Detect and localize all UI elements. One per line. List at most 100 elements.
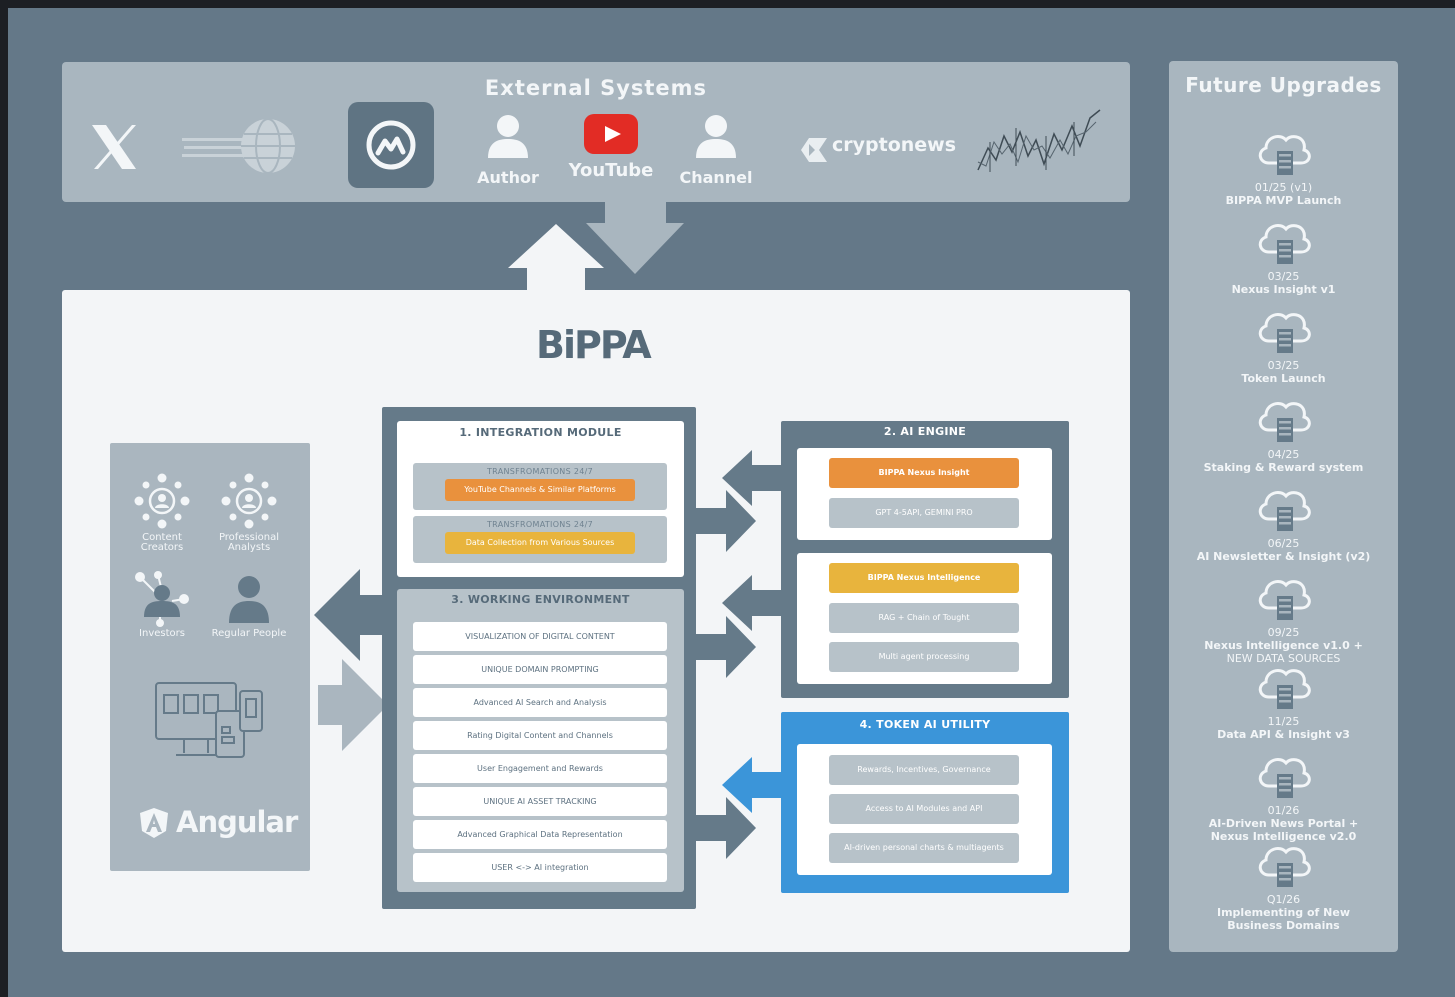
milestone-description: Data API & Insight v3 xyxy=(1217,728,1350,741)
arrow-from-token xyxy=(722,757,782,813)
users-panel: Content Creators Professional Analysts I… xyxy=(110,443,310,871)
cloud-server-icon xyxy=(1169,396,1398,446)
milestone-date: 06/25 xyxy=(1267,537,1300,550)
devices-icon xyxy=(155,682,263,758)
milestone-description: AI-Driven News Portal + xyxy=(1208,817,1359,830)
bippa-logo-text: BiPPA xyxy=(536,323,652,367)
user-label-investors: Investors xyxy=(139,628,185,639)
upgrade-milestone: 03/25 Nexus Insight v1 xyxy=(1169,218,1398,296)
intelligence-item: RAG + Chain of Tought xyxy=(829,603,1019,633)
transformation-block: TRANSFROMATIONS 24/7 Data Collection fro… xyxy=(413,516,667,563)
milestone-description: Nexus Insight v1 xyxy=(1231,283,1336,296)
future-upgrades-panel: Future Upgrades 01/25 (v1) BIPPA MVP Laun… xyxy=(1169,61,1398,952)
network-person-icon xyxy=(134,473,190,529)
external-systems-panel: External Systems Author YouTube Channel … xyxy=(62,62,1130,202)
youtube-channels-pill: YouTube Channels & Similar Platforms xyxy=(445,479,635,501)
youtube-label: YouTube xyxy=(568,160,654,181)
milestone-date: 09/25 xyxy=(1267,626,1300,639)
bippa-logo: BiPPA xyxy=(536,323,656,373)
sync-arrows xyxy=(508,202,684,292)
upgrade-milestone: 09/25 Nexus Intelligence v1.0 + NEW DATA S… xyxy=(1169,574,1398,665)
working-row: USER <-> AI integration xyxy=(413,853,667,882)
channel-label: Channel xyxy=(679,168,753,187)
user-label-regular-people: Regular People xyxy=(211,628,287,639)
upgrade-milestone: 04/25 Staking & Reward system xyxy=(1169,396,1398,474)
nexus-insight-pill: BIPPA Nexus Insight xyxy=(829,458,1019,488)
globe-icon xyxy=(182,118,295,174)
working-row: UNIQUE DOMAIN PROMPTING xyxy=(413,655,667,684)
cloud-server-icon xyxy=(1169,307,1398,357)
cloud-server-icon xyxy=(1169,218,1398,268)
arrow-from-users xyxy=(318,659,388,751)
cryptonews-logo: cryptonews xyxy=(797,134,956,162)
user-label-professional-analysts: Professional Analysts xyxy=(218,532,280,553)
milestone-description: Nexus Intelligence v1.0 + xyxy=(1204,639,1363,652)
token-utility-item: Rewards, Incentives, Governance xyxy=(829,755,1019,785)
milestone-date: Q1/26 xyxy=(1266,893,1301,906)
milestone-date: 01/25 (v1) xyxy=(1254,181,1313,194)
person-icon xyxy=(488,115,528,158)
author-label: Author xyxy=(477,168,539,187)
transformation-block: TRANSFROMATIONS 24/7 YouTube Channels & … xyxy=(413,463,667,510)
integration-module: 1. INTEGRATION MODULE TRANSFROMATIONS 24… xyxy=(397,421,684,577)
working-row: User Engagement and Rewards xyxy=(413,754,667,783)
arrow-from-ai-engine xyxy=(722,450,782,506)
integration-module-title: 1. INTEGRATION MODULE xyxy=(459,426,622,439)
diagram-canvas: External Systems Author YouTube Channel … xyxy=(8,8,1455,997)
milestone-description: Implementing of New xyxy=(1217,906,1350,919)
arrow-to-users xyxy=(314,569,384,661)
network-person-icon xyxy=(221,473,277,529)
user-label-content-creators: Content Creators xyxy=(140,532,184,553)
x-logo-icon xyxy=(92,125,136,169)
cloud-server-icon xyxy=(1169,663,1398,713)
milestone-description: Token Launch xyxy=(1241,372,1326,385)
cloud-server-icon xyxy=(1169,841,1398,891)
milestone-date: 01/26 xyxy=(1267,804,1300,817)
stock-chart-icon xyxy=(977,109,1101,172)
working-row: Advanced Graphical Data Representation xyxy=(413,820,667,849)
intelligence-item: Multi agent processing xyxy=(829,642,1019,672)
upgrade-milestone: 03/25 Token Launch xyxy=(1169,307,1398,385)
cloud-server-icon xyxy=(1169,129,1398,179)
working-row: Advanced AI Search and Analysis xyxy=(413,688,667,717)
upgrade-milestone: 01/26 AI-Driven News Portal + Nexus Intell… xyxy=(1169,752,1398,843)
milestone-date: 04/25 xyxy=(1267,448,1300,461)
transformation-caption: TRANSFROMATIONS 24/7 xyxy=(487,520,593,529)
working-environment-title: 3. WORKING ENVIRONMENT xyxy=(451,593,630,606)
transformation-caption: TRANSFROMATIONS 24/7 xyxy=(487,467,593,476)
cloud-server-icon xyxy=(1169,752,1398,802)
future-upgrades-title: Future Upgrades xyxy=(1185,73,1382,97)
cryptonews-label: cryptonews xyxy=(832,134,957,156)
angular-icon xyxy=(140,808,168,838)
milestone-description: AI Newsletter & Insight (v2) xyxy=(1196,550,1371,563)
bippa-platform-panel: BiPPA Content Creators Professional Anal… xyxy=(62,290,1130,952)
upgrade-milestone: 01/25 (v1) BIPPA MVP Launch xyxy=(1169,129,1398,207)
working-row: Rating Digital Content and Channels xyxy=(413,721,667,750)
ai-engine-title: 2. AI ENGINE xyxy=(883,425,967,438)
working-row: VISUALIZATION OF DIGITAL CONTENT xyxy=(413,622,667,651)
data-collection-pill: Data Collection from Various Sources xyxy=(445,532,635,554)
nexus-intelligence-box: BIPPA Nexus Intelligence RAG + Chain of … xyxy=(797,553,1052,684)
upgrade-milestone: Q1/26 Implementing of New Business Domains xyxy=(1169,841,1398,932)
coinmarketcap-icon xyxy=(348,102,434,188)
cloud-server-icon xyxy=(1169,485,1398,535)
angular-label: Angular xyxy=(176,805,298,839)
nexus-insight-box: BIPPA Nexus Insight GPT 4-5API, GEMINI P… xyxy=(797,448,1052,540)
milestone-description: Staking & Reward system xyxy=(1203,461,1364,474)
token-utility-item: AI-driven personal charts & multiagents xyxy=(829,833,1019,863)
milestone-description: BIPPA MVP Launch xyxy=(1225,194,1342,207)
milestone-date: 03/25 xyxy=(1267,359,1300,372)
integration-and-working-column: 1. INTEGRATION MODULE TRANSFROMATIONS 24… xyxy=(382,407,696,909)
angular-logo: Angular xyxy=(138,805,298,841)
upgrade-milestone: 11/25 Data API & Insight v3 xyxy=(1169,663,1398,741)
ai-engine-module: 2. AI ENGINE BIPPA Nexus Insight GPT 4-5… xyxy=(781,421,1069,698)
token-ai-utility-module: 4. TOKEN AI UTILITY Rewards, Incentives,… xyxy=(781,712,1069,893)
working-row: UNIQUE AI ASSET TRACKING xyxy=(413,787,667,816)
investor-icon xyxy=(135,571,189,627)
nexus-intelligence-pill: BIPPA Nexus Intelligence xyxy=(829,563,1019,593)
token-utility-box: Rewards, Incentives, Governance Access t… xyxy=(797,744,1052,875)
milestone-date: 11/25 xyxy=(1267,715,1300,728)
cryptonews-icon xyxy=(801,138,827,162)
milestone-date: 03/25 xyxy=(1267,270,1300,283)
working-environment-module: 3. WORKING ENVIRONMENT VISUALIZATION OF … xyxy=(397,589,684,892)
